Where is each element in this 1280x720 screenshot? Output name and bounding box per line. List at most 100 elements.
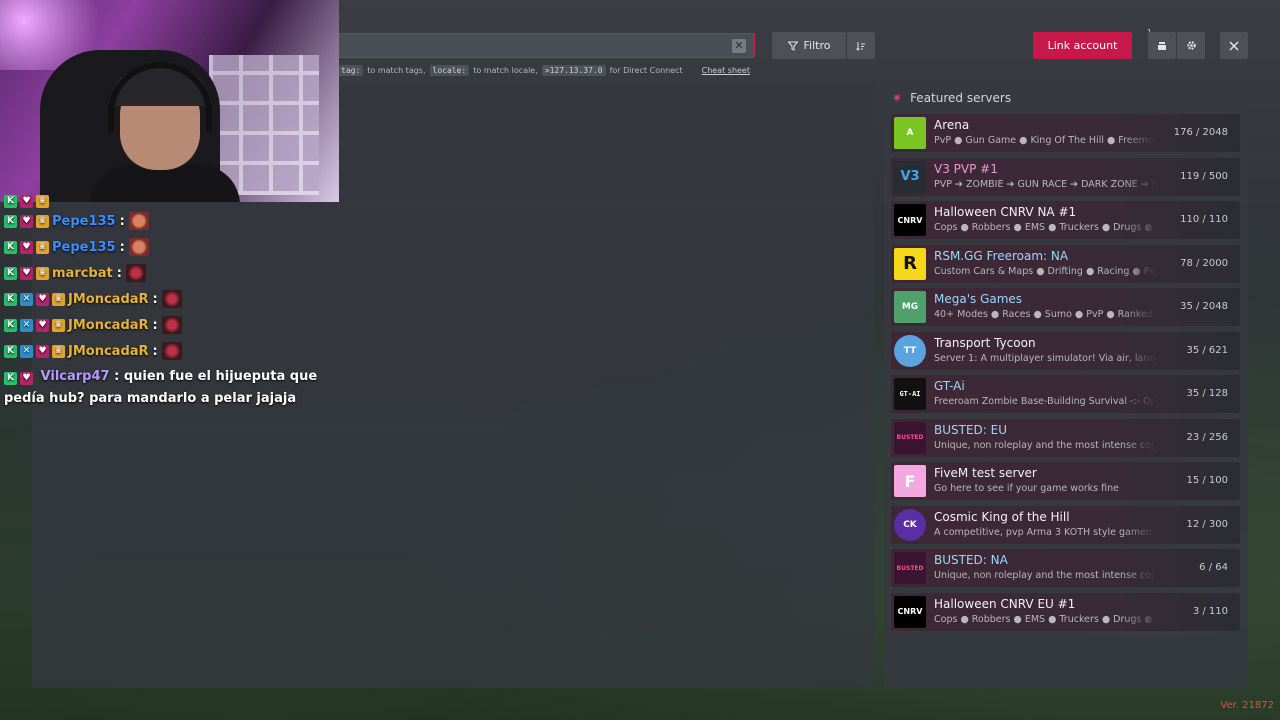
server-players: 3 / 110	[1192, 605, 1228, 617]
server-name: Cosmic King of the Hill	[934, 509, 1070, 524]
server-row-megas-games[interactable]: MG Mega's Games 40+ Modes ● Races ● Sumo…	[891, 288, 1240, 326]
cnrv-logo-icon: CNRV	[894, 204, 926, 236]
chat-colon: :	[116, 265, 122, 281]
server-row-cosmic-koth[interactable]: CK Cosmic King of the Hill A competitive…	[891, 505, 1240, 544]
chat-username: Pepe135	[52, 239, 116, 255]
sword-badge-icon: ✕	[20, 344, 33, 358]
server-desc: PvP ● Gun Game ● King Of The Hill ● Free…	[934, 135, 1156, 146]
chat-colon: :	[152, 317, 158, 333]
chat-line: K ✕ ♥ ♛ JMoncadaR :	[4, 286, 324, 312]
chat-line: K ♥ ♛ Pepe135 :	[4, 208, 324, 234]
kick-badge-icon: K	[4, 344, 17, 358]
heart-badge-icon: ♥	[36, 344, 49, 358]
sort-button[interactable]	[847, 32, 875, 59]
heart-badge-icon: ♥	[20, 240, 33, 254]
kick-badge-icon: K	[4, 214, 17, 228]
megas-games-logo-icon: MG	[894, 291, 926, 323]
heart-badge-icon: ♥	[20, 372, 33, 385]
server-players: 78 / 2000	[1180, 257, 1228, 269]
arena-logo-icon: A	[894, 117, 926, 149]
emote-icon	[125, 264, 146, 282]
chat-message-line2: pedía hub? para mandarlo a pelar jajaja	[4, 391, 297, 406]
cosmic-logo-icon: CK	[894, 508, 926, 541]
crown-badge-icon: ♛	[36, 214, 49, 228]
server-players: 15 / 100	[1186, 475, 1228, 486]
featured-servers-panel: ✷ Featured servers A Arena PvP ● Gun Gam…	[884, 84, 1248, 688]
server-desc: A competitive, pvp Arma 3 KOTH style gam…	[934, 526, 1156, 538]
server-row-gt-ai[interactable]: GT-AI GT-Ai Freeroam Zombie Base-Buildin…	[891, 375, 1240, 413]
sort-icon	[856, 41, 865, 51]
tag-code: tag:	[338, 64, 364, 76]
emote-icon	[161, 316, 182, 334]
featured-server-list: A Arena PvP ● Gun Game ● King Of The Hil…	[891, 114, 1240, 636]
transport-tycoon-logo-icon: TT	[894, 334, 926, 367]
server-name: Arena	[934, 118, 970, 132]
link-account-button[interactable]: Link account	[1033, 32, 1132, 59]
server-row-v3-pvp[interactable]: V3 V3 PVP #1 PVP ➔ ZOMBIE ➔ GUN RACE ➔ D…	[891, 157, 1240, 196]
server-name: RSM.GG Freeroam: NA	[934, 248, 1069, 263]
version-label: Ver. 21872	[1220, 700, 1274, 711]
server-row-fivem-test[interactable]: F FiveM test server Go here to see if yo…	[891, 462, 1240, 500]
ip-code: >127.13.37.0	[541, 64, 606, 76]
cheat-sheet-link[interactable]: Cheat sheet	[702, 66, 750, 75]
emote-icon	[161, 342, 182, 360]
server-desc: Go here to see if your game works fine	[934, 483, 1119, 494]
clear-search-icon[interactable]: ✕	[732, 39, 746, 53]
filter-button[interactable]: Filtro	[772, 32, 846, 59]
server-players: 12 / 300	[1186, 518, 1228, 530]
server-row-arena[interactable]: A Arena PvP ● Gun Game ● King Of The Hil…	[891, 114, 1240, 152]
server-desc: Cops ● Robbers ● EMS ● Truckers ● Drugs …	[934, 222, 1156, 233]
sword-badge-icon: ✕	[20, 292, 33, 306]
settings-button[interactable]	[1177, 32, 1205, 59]
server-row-busted-na[interactable]: BUSTED BUSTED: NA Unique, non roleplay a…	[891, 549, 1240, 587]
search-input[interactable]	[331, 34, 754, 57]
chat-username: Vilcarp47	[40, 369, 110, 384]
filter-icon	[787, 41, 798, 51]
server-desc: PVP ➔ ZOMBIE ➔ GUN RACE ➔ DARK ZONE ➔ F	[934, 178, 1156, 190]
kick-badge-icon: K	[4, 318, 17, 332]
busted-logo-icon: BUSTED	[894, 421, 926, 454]
link-account-label: Link account	[1047, 39, 1118, 52]
server-desc: Custom Cars & Maps ● Drifting ● Racing ●…	[934, 265, 1156, 277]
kick-badge-icon: K	[4, 292, 17, 306]
server-players: 23 / 256	[1186, 431, 1228, 443]
close-button[interactable]	[1220, 32, 1248, 59]
server-desc: Freeroam Zombie Base-Building Survival -…	[934, 396, 1156, 407]
server-name: Transport Tycoon	[934, 335, 1036, 350]
server-row-cnrv-na[interactable]: CNRV Halloween CNRV NA #1 Cops ● Robbers…	[891, 201, 1240, 239]
server-players: 35 / 2048	[1180, 301, 1228, 312]
chat-line: K ✕ ♥ ♛ JMoncadaR :	[4, 312, 324, 338]
server-players: 119 / 500	[1180, 170, 1228, 182]
cnrv-logo-icon: CNRV	[894, 595, 926, 628]
server-row-cnrv-eu[interactable]: CNRV Halloween CNRV EU #1 Cops ● Robbers…	[891, 592, 1240, 631]
chat-line: K ♥ ♛ Pepe135 :	[4, 234, 324, 260]
crown-badge-icon: ♛	[52, 344, 65, 358]
server-desc: Cops ● Robbers ● EMS ● Truckers ● Drugs …	[934, 613, 1156, 625]
chat-username: Pepe135	[52, 213, 116, 229]
server-row-rsm[interactable]: R RSM.GG Freeroam: NA Custom Cars & Maps…	[891, 244, 1240, 283]
tag-hint: to match tags,	[367, 65, 426, 75]
star-icon: ✷	[892, 91, 903, 105]
heart-badge-icon: ♥	[36, 292, 49, 306]
chat-colon: :	[119, 239, 125, 255]
kick-badge-icon: K	[4, 240, 17, 254]
chat-colon: :	[152, 291, 158, 307]
chat-username: JMoncadaR	[68, 343, 149, 359]
busted-logo-icon: BUSTED	[894, 552, 926, 584]
server-row-transport-tycoon[interactable]: TT Transport Tycoon Server 1: A multipla…	[891, 331, 1240, 370]
close-icon	[1229, 40, 1239, 51]
queue-icon	[1158, 41, 1166, 50]
server-players: 35 / 128	[1186, 388, 1228, 399]
kick-badge-icon: K	[4, 195, 17, 208]
queue-button[interactable]	[1148, 32, 1176, 59]
server-search-box[interactable]: ✕	[330, 33, 755, 58]
server-row-busted-eu[interactable]: BUSTED BUSTED: EU Unique, non roleplay a…	[891, 418, 1240, 457]
chat-line-partial: K ♥ ♛	[4, 190, 324, 208]
chat-line-last: K ♥ Vilcarp47 : quien fue el hijueputa qu…	[4, 366, 324, 410]
gear-icon	[1186, 41, 1196, 50]
rsm-logo-icon: R	[894, 247, 926, 280]
chat-message-line1: : quien fue el hijueputa que	[114, 369, 318, 384]
server-desc: Server 1: A multiplayer simulator! Via a…	[934, 352, 1156, 364]
search-hints: tag: to match tags, locale: to match loc…	[338, 63, 750, 77]
chat-line: K ✕ ♥ ♛ JMoncadaR :	[4, 338, 324, 364]
